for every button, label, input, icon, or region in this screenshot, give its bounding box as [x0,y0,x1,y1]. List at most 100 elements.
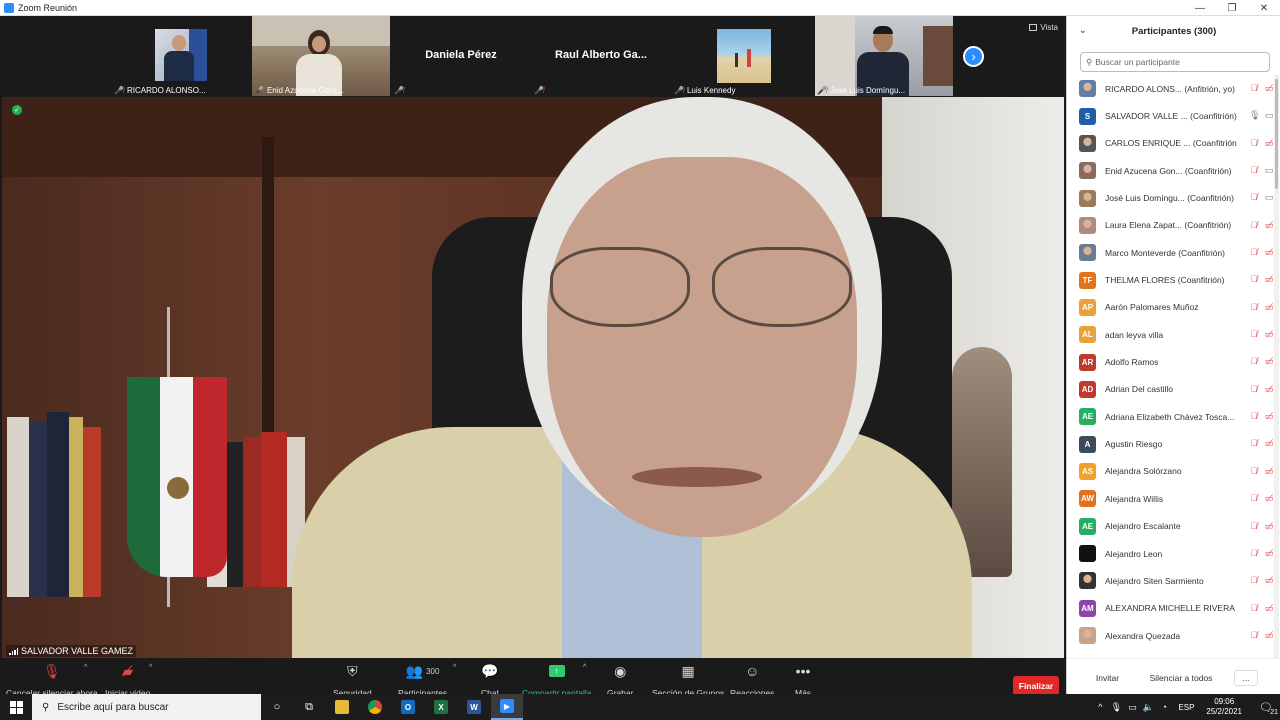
more-options-button[interactable]: ... [1234,670,1258,686]
mic-muted-icon[interactable]: 🎙̸ [1249,220,1259,231]
video-thumbnail[interactable]: Raul Alberto Ga... 🎤̸ [532,16,670,96]
participant-row[interactable]: AP Aarón Palomares Muñoz 🎙̸ ▭̸ [1067,294,1274,321]
reactions-button[interactable]: ☺ Reacciones [730,662,774,698]
participant-row[interactable]: AW Alejandra Willis 🎙̸ ▭̸ [1067,485,1274,512]
scrollbar-thumb[interactable] [1275,79,1278,189]
video-off-icon[interactable]: ▭̸ [1264,302,1274,313]
close-button[interactable]: ✕ [1248,0,1280,16]
participant-row[interactable]: RICARDO ALONS... (Anfitrión, yo) 🎙̸ ▭̸ [1067,75,1274,102]
mic-muted-icon[interactable]: 🎙̸ [1249,411,1259,422]
mic-muted-icon[interactable]: 🎙̸ [1249,165,1259,176]
video-off-icon[interactable]: ▭̸ [1264,384,1274,395]
participant-search-input[interactable]: ⚲ Buscar un participante [1080,52,1270,72]
participant-row[interactable]: AE Alejandro Escalante 🎙̸ ▭̸ [1067,513,1274,540]
show-hidden-icons-icon[interactable]: ^ [1092,702,1108,712]
participant-row[interactable]: AE Adriana Elizabeth Chávez Tosca... 🎙̸ ▭̸ [1067,403,1274,430]
outlook-icon[interactable]: O [392,694,424,720]
collapse-chevron-icon[interactable]: ⌄ [1079,25,1087,36]
more-button[interactable]: ••• Más [795,662,811,698]
chrome-icon[interactable] [359,694,391,720]
audio-options-caret-icon[interactable]: ^ [84,664,87,671]
participant-row[interactable]: Laura Elena Zapat... (Coanfitrión) 🎙̸ ▭̸ [1067,212,1274,239]
mic-muted-icon[interactable]: 🎙̸ [1249,521,1259,532]
view-button[interactable]: Vista [1029,23,1058,32]
video-off-icon[interactable]: ▭̸ [1264,575,1274,586]
chat-button[interactable]: 💬 Chat [481,662,499,699]
video-off-icon[interactable]: ▭̸ [1264,329,1274,340]
participant-row[interactable]: Alejandro Leon 🎙̸ ▭̸ [1067,540,1274,567]
mic-muted-icon[interactable]: 🎙̸ [1249,384,1259,395]
language-indicator[interactable]: ESP [1178,703,1194,712]
zoom-taskbar-icon[interactable]: ▶ [491,694,523,720]
task-view-icon[interactable]: ⧉ [293,694,325,720]
mic-muted-icon[interactable]: 🎙̸ [1249,493,1259,504]
video-thumbnail[interactable]: 🎤̸ Luis Kennedy [672,16,810,96]
video-off-icon[interactable]: ▭̸ [1264,247,1274,258]
video-off-icon[interactable]: ▭̸ [1264,630,1274,641]
security-button[interactable]: ⛨ Seguridad [333,662,372,699]
start-video-button[interactable]: ▰̸ Iniciar video [105,662,150,699]
participant-row[interactable]: AR Adolfo Ramos 🎙̸ ▭̸ [1067,348,1274,375]
encryption-shield-icon[interactable]: ✓ [12,105,22,115]
video-options-caret-icon[interactable]: ^ [149,664,152,671]
video-thumbnail[interactable]: 🎤̸ José Luis Domíngu... [815,16,953,96]
video-off-icon[interactable]: ▭̸ [1264,603,1274,614]
breakout-rooms-button[interactable]: ▦ Sección de Grupos [652,662,724,699]
participant-row[interactable]: Marco Monteverde (Coanfitrión) 🎙̸ ▭̸ [1067,239,1274,266]
maximize-button[interactable]: ❐ [1216,0,1248,16]
video-thumbnail[interactable]: 🎤̸ RICARDO ALONSO... [112,16,250,96]
excel-icon[interactable]: X [425,694,457,720]
participant-row[interactable]: AM ALEXANDRA MICHELLE RIVERA ... 🎙̸ ▭̸ [1067,595,1274,622]
video-off-icon[interactable]: ▭̸ [1264,466,1274,477]
participant-row[interactable]: José Luis Domíngu... (Coanfitrión) 🎙̸ ▭ [1067,184,1274,211]
mic-muted-icon[interactable]: 🎙̸ [1249,575,1259,586]
mic-muted-icon[interactable]: 🎙̸ [1249,603,1259,614]
participant-row[interactable]: Alexandra Quezada 🎙̸ ▭̸ [1067,622,1274,649]
start-button[interactable] [0,694,32,720]
mute-all-button[interactable]: Silenciar a todos [1147,670,1215,686]
participant-row[interactable]: Alejandro Siten Sarmiento 🎙̸ ▭̸ [1067,567,1274,594]
share-options-caret-icon[interactable]: ^ [583,664,586,671]
video-thumbnail[interactable]: 🎤̸ Enid Azucena Gonz... [252,16,390,96]
video-off-icon[interactable]: ▭̸ [1264,548,1274,559]
video-thumbnail[interactable]: Daniela Pérez 🎤̸ [392,16,530,96]
end-meeting-button[interactable]: Finalizar [1013,676,1059,696]
participant-row[interactable]: CARLOS ENRIQUE ... (Coanfitrión) 🎙̸ ▭̸ [1067,130,1274,157]
video-off-icon[interactable]: ▭̸ [1264,220,1274,231]
mic-muted-icon[interactable]: 🎙̸ [1249,247,1259,258]
record-button[interactable]: ◉ Grabar [607,662,633,699]
next-page-arrow-icon[interactable]: › [963,46,984,67]
participant-row[interactable]: Enid Azucena Gon... (Coanfitrión) 🎙̸ ▭ [1067,157,1274,184]
invite-button[interactable]: Invitar [1090,670,1125,686]
share-screen-button[interactable]: ↑ Compartir pantalla [522,662,591,698]
video-on-icon[interactable]: ▭ [1264,110,1274,121]
wifi-icon[interactable]: ◔ [1156,702,1172,712]
volume-icon[interactable]: 🔈 [1140,702,1156,713]
mic-muted-icon[interactable]: 🎙̸ [1249,329,1259,340]
participants-options-caret-icon[interactable]: ^ [453,664,456,671]
file-explorer-icon[interactable] [326,694,358,720]
video-off-icon[interactable]: ▭̸ [1264,356,1274,367]
mic-muted-icon[interactable]: 🎙̸ [1249,466,1259,477]
video-off-icon[interactable]: ▭̸ [1264,138,1274,149]
participant-list-scrollbar[interactable] [1274,75,1279,658]
mic-muted-icon[interactable]: 🎙̸ [1249,438,1259,449]
mic-muted-icon[interactable]: 🎙̸ [1249,138,1259,149]
mic-on-icon[interactable]: 🎙 [1249,110,1260,121]
participant-row[interactable]: AL adan leyva villa 🎙̸ ▭̸ [1067,321,1274,348]
notifications-icon[interactable]: 🗨 21 [1252,701,1280,716]
mic-muted-icon[interactable]: 🎙̸ [1249,302,1259,313]
video-off-icon[interactable]: ▭̸ [1264,521,1274,532]
participant-row[interactable]: AS Alejandra Solórzano 🎙̸ ▭̸ [1067,458,1274,485]
video-off-icon[interactable]: ▭̸ [1264,274,1274,285]
participant-row[interactable]: S SALVADOR VALLE ... (Coanfitrión) 🎙 ▭ [1067,102,1274,129]
mic-muted-icon[interactable]: 🎙̸ [1249,83,1259,94]
clock[interactable]: 09:06 25/2/2021 [1206,697,1242,717]
video-off-icon[interactable]: ▭̸ [1264,411,1274,422]
mic-muted-icon[interactable]: 🎙̸ [1249,274,1259,285]
participant-row[interactable]: AD Adrian Del castillo 🎙̸ ▭̸ [1067,376,1274,403]
cortana-icon[interactable]: ○ [261,694,293,720]
video-off-icon[interactable]: ▭̸ [1264,438,1274,449]
video-off-icon[interactable]: ▭̸ [1264,83,1274,94]
taskbar-search-box[interactable]: ⚲ Escribe aquí para buscar [32,694,261,720]
